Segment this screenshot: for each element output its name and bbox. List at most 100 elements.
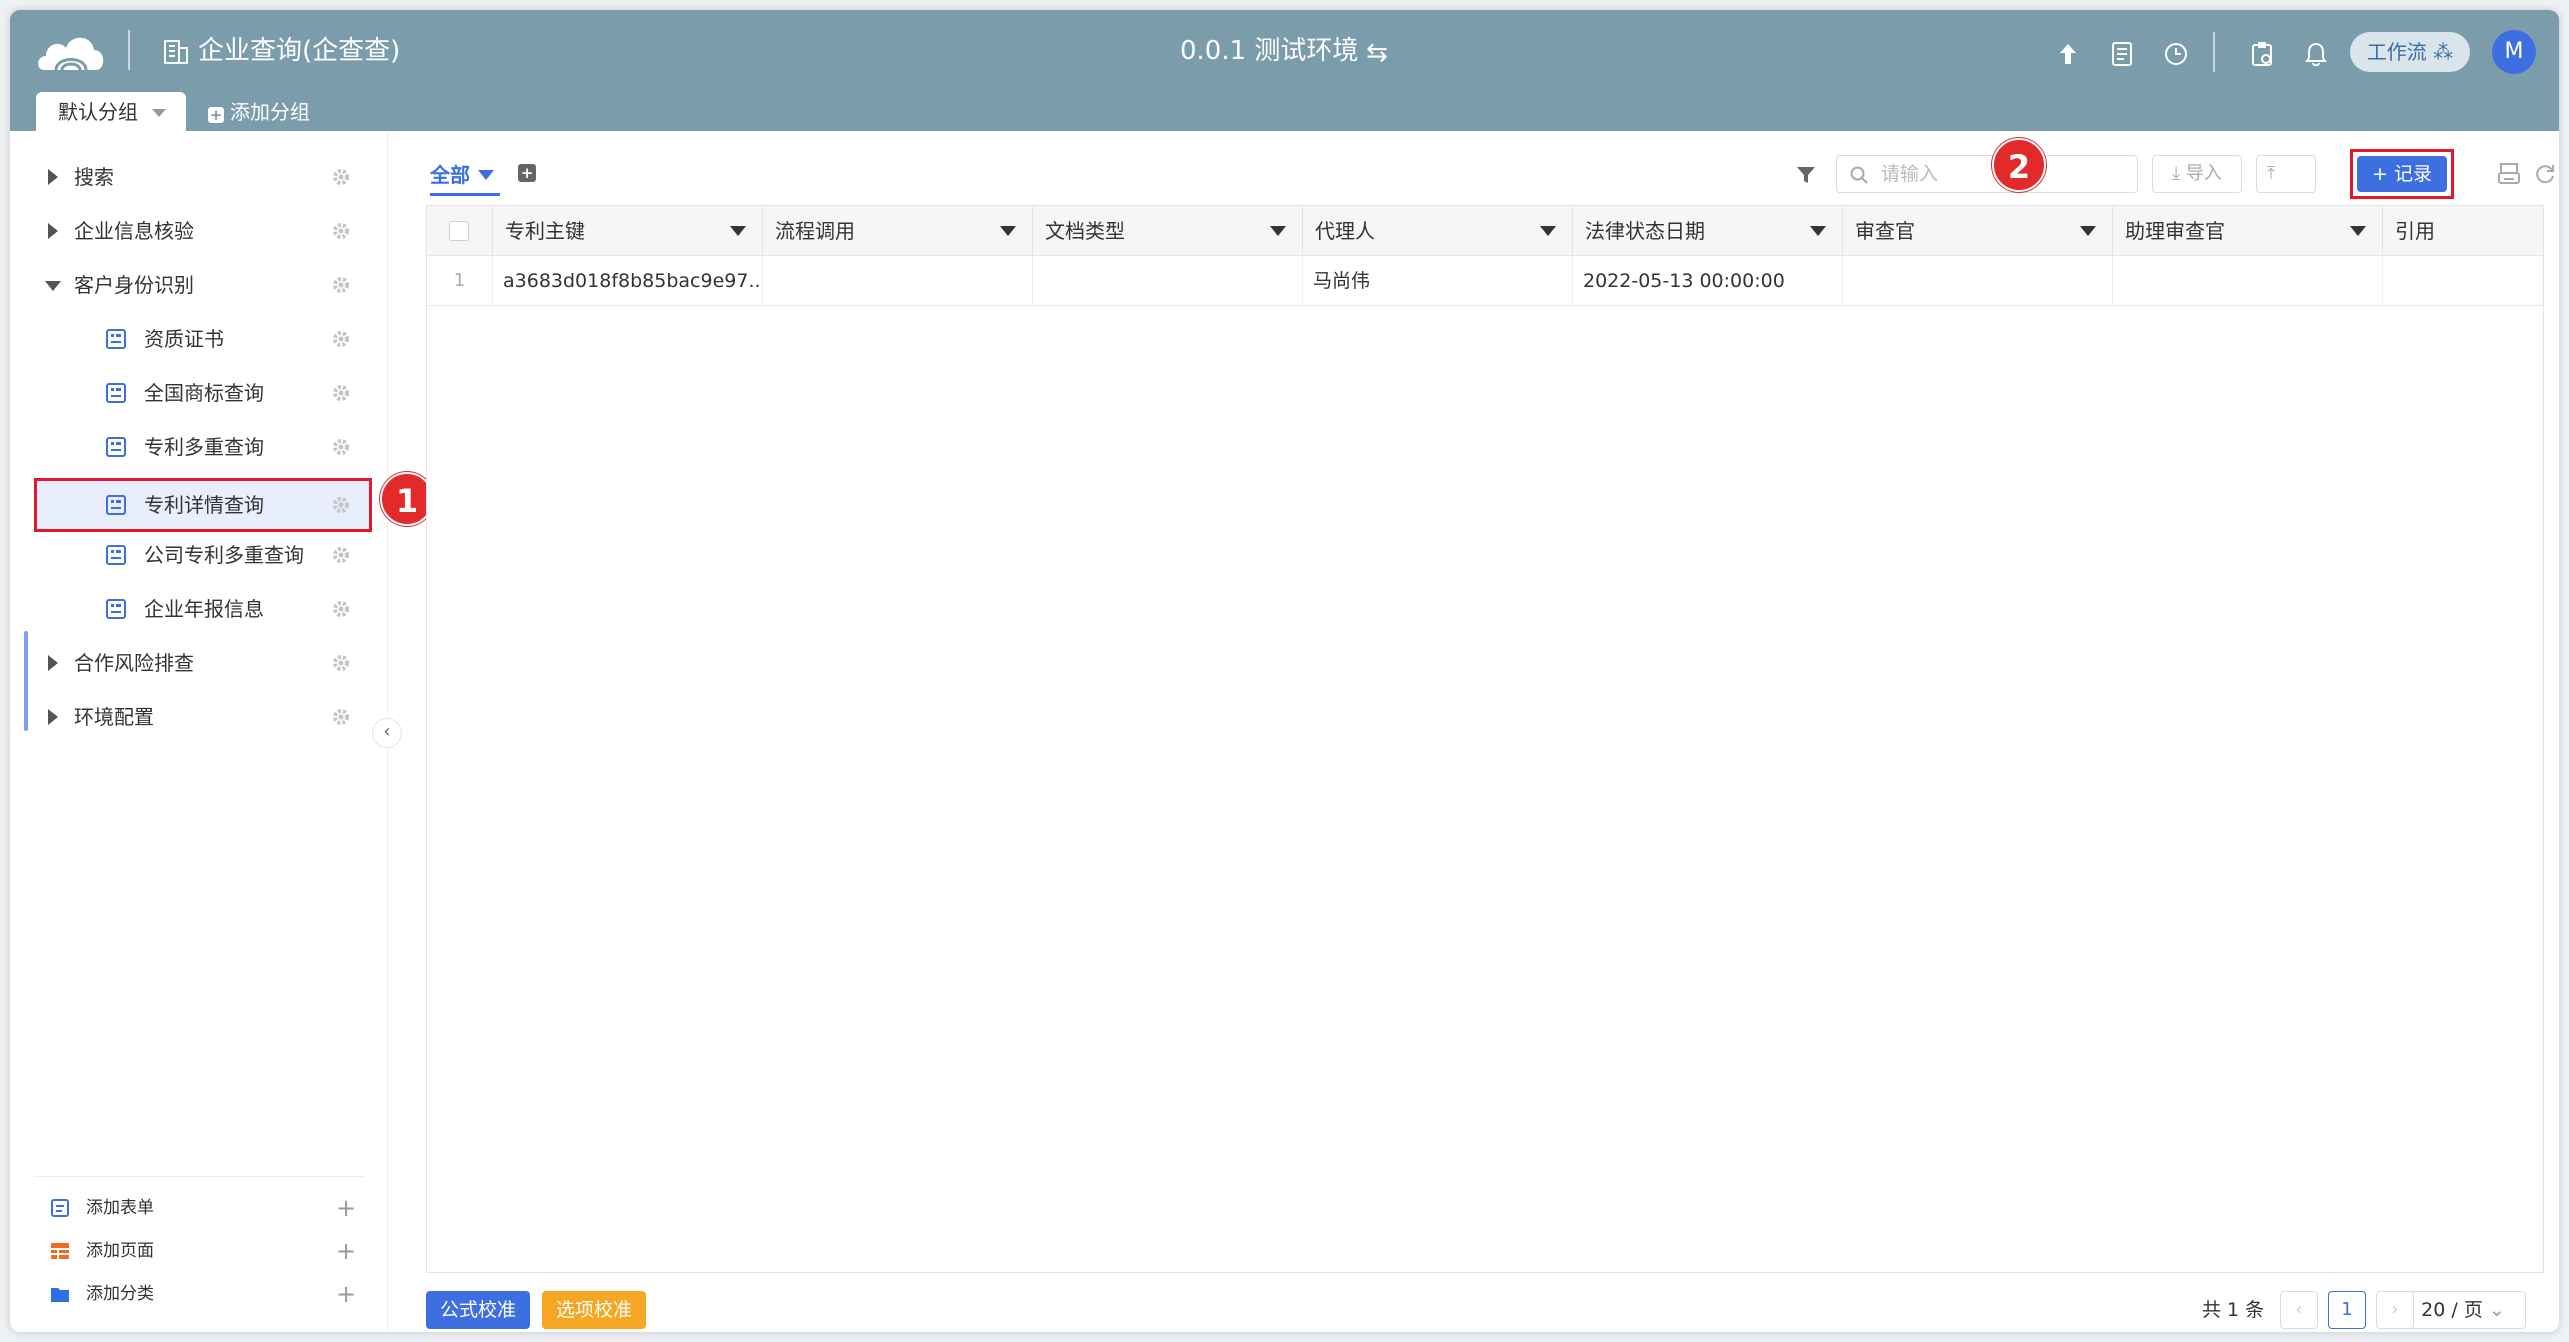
org-chart-icon: ⁂ xyxy=(2433,40,2454,64)
document-icon[interactable] xyxy=(2108,40,2136,68)
group-tab-default[interactable]: 默认分组 xyxy=(36,92,186,132)
caret-right-icon[interactable] xyxy=(48,709,58,725)
add-category-button[interactable]: 添加分类 + xyxy=(40,1274,360,1314)
table-cell[interactable] xyxy=(763,256,1033,306)
sidebar-item-annual-report[interactable]: 企业年报信息 xyxy=(10,582,360,636)
collapse-sidebar-button[interactable]: ‹ xyxy=(372,718,402,748)
column-header[interactable]: 助理审查官 xyxy=(2113,206,2383,256)
import-button[interactable]: ⤓ 导入 xyxy=(2152,155,2242,193)
plus-icon[interactable]: + xyxy=(336,1188,356,1228)
sidebar-item-search[interactable]: 搜索 xyxy=(10,150,360,204)
form-icon xyxy=(106,545,126,565)
form-icon xyxy=(106,437,126,457)
caret-down-icon[interactable] xyxy=(45,281,61,291)
plus-square-icon: + xyxy=(208,106,224,124)
sidebar-item-risk-check[interactable]: 合作风险排查 xyxy=(10,636,360,690)
add-record-button[interactable]: + 记录 xyxy=(2357,156,2447,192)
history-clock-icon[interactable] xyxy=(2162,40,2190,68)
folder-icon xyxy=(51,1288,69,1302)
option-check-button[interactable]: 选项校准 xyxy=(542,1291,646,1329)
gear-icon[interactable] xyxy=(330,274,352,296)
table-cell[interactable]: a3683d018f8b85bac9e97... xyxy=(493,256,763,306)
sidebar: 搜索 企业信息核验 客户身份识别 资质证书 全国商标查询 专利多重查询 专利详情… xyxy=(10,131,388,1332)
column-header[interactable]: 专利主键 xyxy=(493,206,763,256)
plus-icon[interactable]: + xyxy=(336,1274,356,1314)
caret-down-icon[interactable] xyxy=(1270,226,1286,236)
sidebar-item-env-config[interactable]: 环境配置 xyxy=(10,690,360,744)
table-cell[interactable]: 马尚伟 xyxy=(1303,256,1573,306)
caret-down-icon[interactable] xyxy=(1540,226,1556,236)
table-cell[interactable] xyxy=(1843,256,2113,306)
column-header[interactable]: 文档类型 xyxy=(1033,206,1303,256)
app-title[interactable]: 企业查询(企查查) xyxy=(198,34,400,68)
user-avatar[interactable]: M xyxy=(2492,30,2536,74)
prev-page-button[interactable]: ‹ xyxy=(2280,1291,2318,1329)
cloud-logo-icon[interactable] xyxy=(34,26,108,76)
table-row[interactable]: 1 a3683d018f8b85bac9e97... 马尚伟 2022-05-1… xyxy=(427,256,2543,306)
table-cell[interactable] xyxy=(2383,256,2543,306)
sidebar-item-company-patent-query[interactable]: 公司专利多重查询 xyxy=(10,528,360,582)
chevron-down-icon xyxy=(152,109,166,117)
building-icon xyxy=(164,40,188,64)
table-cell[interactable]: 2022-05-13 00:00:00 xyxy=(1573,256,1843,306)
sidebar-item-qualification[interactable]: 资质证书 xyxy=(10,312,360,366)
form-icon xyxy=(106,599,126,619)
refresh-icon[interactable] xyxy=(2532,161,2558,187)
select-all-checkbox[interactable] xyxy=(449,221,469,241)
print-icon[interactable] xyxy=(2496,161,2522,187)
filter-icon[interactable] xyxy=(1794,163,1818,187)
search-icon xyxy=(1850,166,1868,184)
column-header[interactable]: 审查官 xyxy=(1843,206,2113,256)
gear-icon[interactable] xyxy=(330,382,352,404)
caret-right-icon[interactable] xyxy=(48,655,58,671)
caret-right-icon[interactable] xyxy=(48,169,58,185)
page-number-button[interactable]: 1 xyxy=(2328,1291,2366,1329)
gear-icon[interactable] xyxy=(330,220,352,242)
export-button[interactable]: ⤒ xyxy=(2256,155,2316,193)
publish-arrow-up-icon[interactable] xyxy=(2054,40,2082,68)
sidebar-item-customer-identity[interactable]: 客户身份识别 xyxy=(10,258,360,312)
sidebar-item-patent-detail-query[interactable]: 专利详情查询 xyxy=(34,478,372,532)
form-icon xyxy=(106,495,126,515)
add-view-icon[interactable]: + xyxy=(518,164,536,182)
add-group-button[interactable]: + 添加分组 xyxy=(208,92,310,132)
caret-down-icon[interactable] xyxy=(1810,226,1826,236)
gear-icon[interactable] xyxy=(330,706,352,728)
page-size-select[interactable]: 20 / 页 ⌄ xyxy=(2400,1291,2526,1329)
add-form-button[interactable]: 添加表单 + xyxy=(40,1188,360,1228)
caret-down-icon[interactable] xyxy=(2080,226,2096,236)
gear-icon[interactable] xyxy=(330,494,352,516)
caret-down-icon[interactable] xyxy=(1000,226,1016,236)
notification-bell-icon[interactable] xyxy=(2302,40,2330,68)
table-cell[interactable] xyxy=(2113,256,2383,306)
clipboard-icon[interactable] xyxy=(2248,40,2276,68)
gear-icon[interactable] xyxy=(330,328,352,350)
plus-icon[interactable]: + xyxy=(336,1231,356,1271)
gear-icon[interactable] xyxy=(330,598,352,620)
formula-check-button[interactable]: 公式校准 xyxy=(426,1291,530,1329)
caret-right-icon[interactable] xyxy=(48,223,58,239)
gear-icon[interactable] xyxy=(330,166,352,188)
environment-title[interactable]: 0.0.1 测试环境 xyxy=(1180,34,1358,68)
next-page-button[interactable]: › xyxy=(2376,1291,2414,1329)
search-box xyxy=(1836,155,2138,193)
column-header[interactable]: 流程调用 xyxy=(763,206,1033,256)
sidebar-item-trademark-query[interactable]: 全国商标查询 xyxy=(10,366,360,420)
column-header[interactable]: 引用 xyxy=(2383,206,2543,256)
sidebar-item-patent-multi-query[interactable]: 专利多重查询 xyxy=(10,420,360,474)
gear-icon[interactable] xyxy=(330,436,352,458)
view-tab-all[interactable]: 全部 xyxy=(430,161,494,189)
column-header[interactable]: 代理人 xyxy=(1303,206,1573,256)
workflow-button[interactable]: 工作流 ⁂ xyxy=(2350,32,2470,72)
table-cell[interactable] xyxy=(1033,256,1303,306)
table-page-icon xyxy=(51,1243,69,1259)
add-page-button[interactable]: 添加页面 + xyxy=(40,1231,360,1271)
chevron-left-icon: ‹ xyxy=(383,721,391,742)
caret-down-icon[interactable] xyxy=(2350,226,2366,236)
swap-environment-icon[interactable]: ⇆ xyxy=(1366,40,1388,66)
column-header[interactable]: 法律状态日期 xyxy=(1573,206,1843,256)
gear-icon[interactable] xyxy=(330,544,352,566)
gear-icon[interactable] xyxy=(330,652,352,674)
caret-down-icon[interactable] xyxy=(730,226,746,236)
sidebar-item-enterprise-verify[interactable]: 企业信息核验 xyxy=(10,204,360,258)
